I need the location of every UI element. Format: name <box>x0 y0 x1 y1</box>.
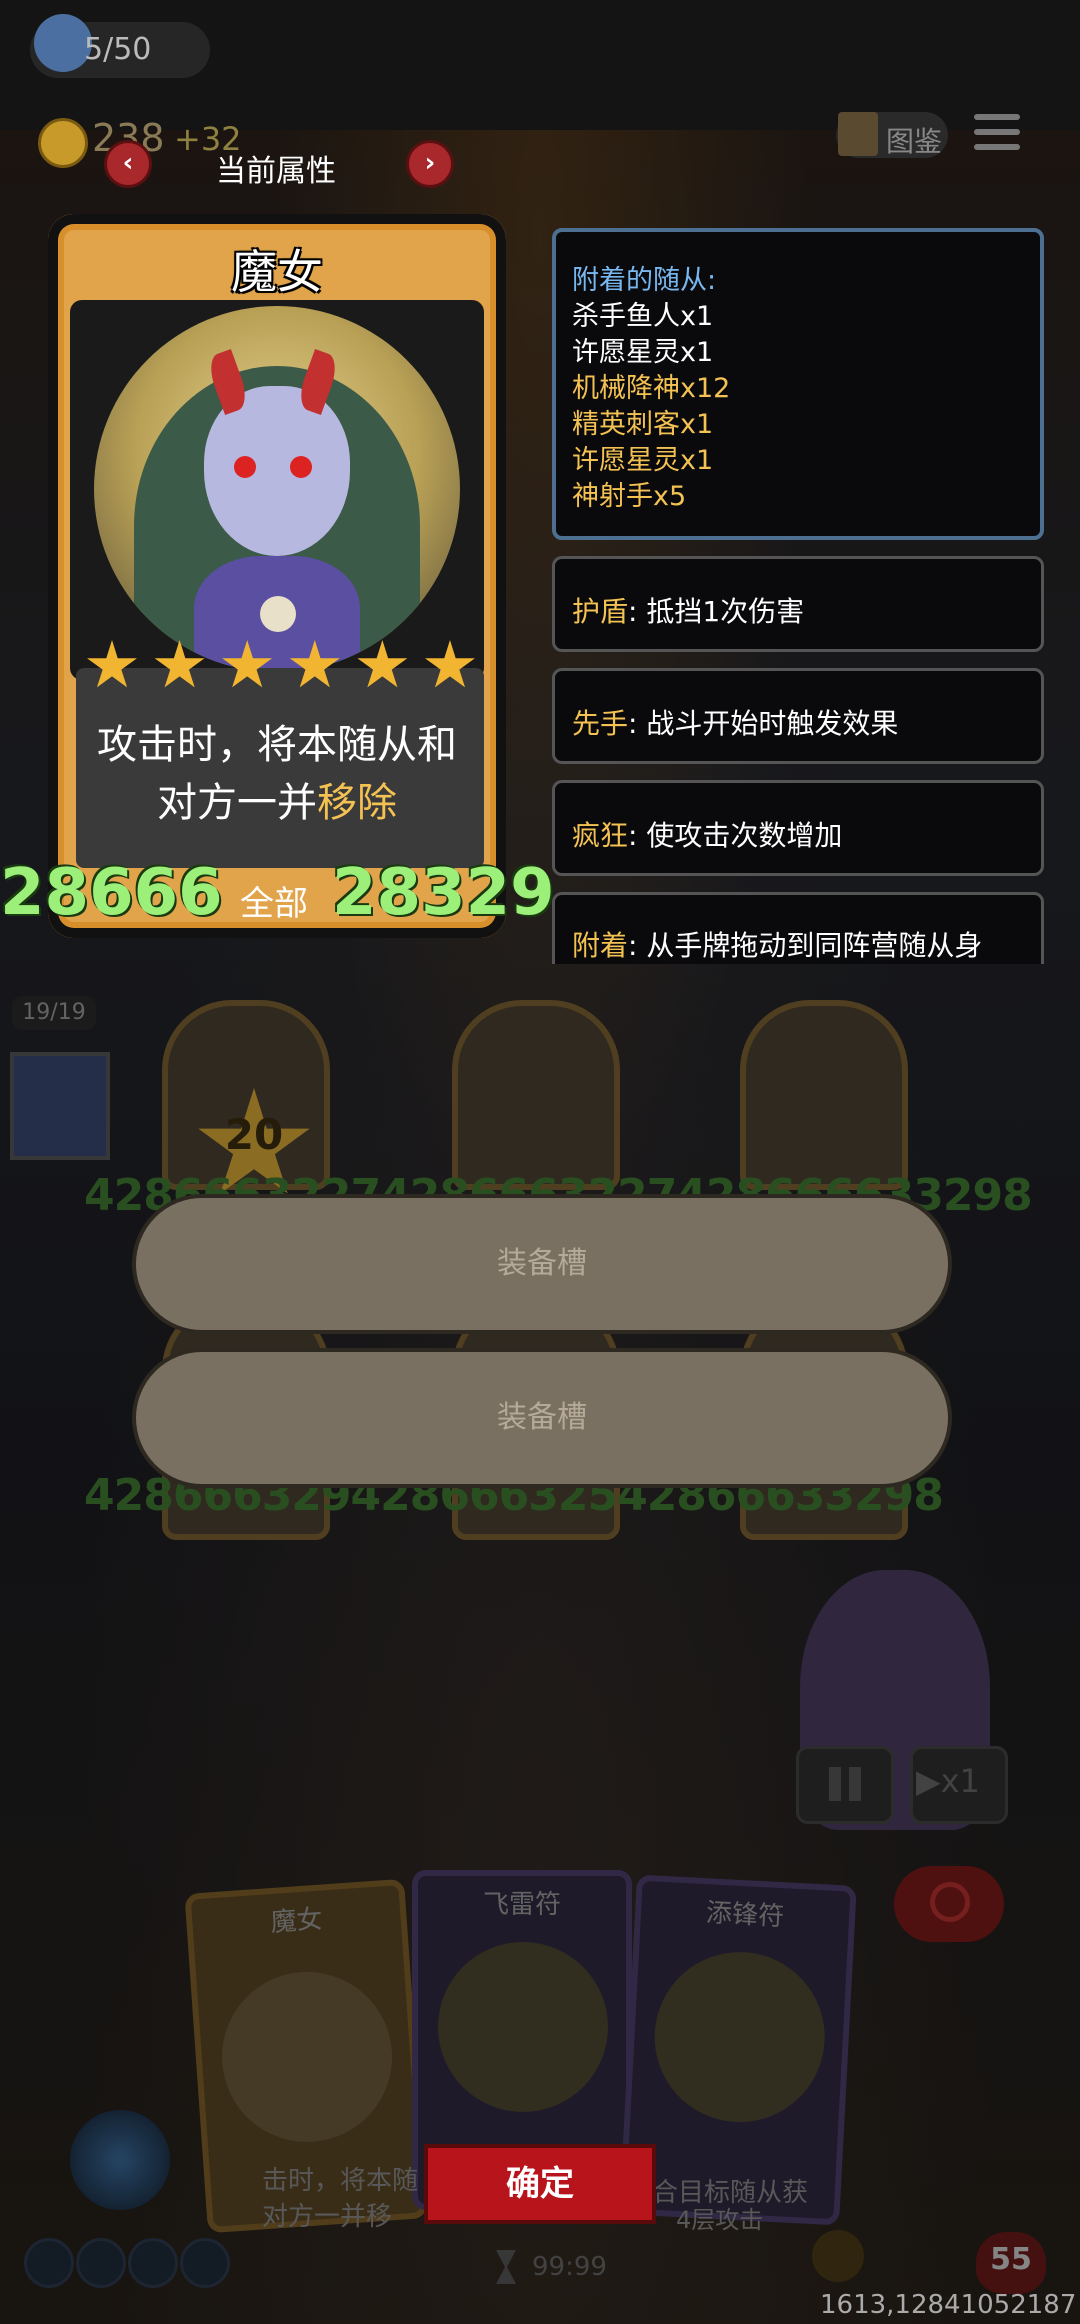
next-arrow-button[interactable]: › <box>406 140 454 188</box>
prev-arrow-button[interactable]: ‹ <box>104 140 152 188</box>
all-label: 全部 <box>240 884 308 924</box>
keyword-frenzy: 疯狂: 使攻击次数增加 <box>572 819 843 852</box>
health-value: 28329 <box>332 856 555 930</box>
star-icon <box>87 640 137 688</box>
star-icon <box>289 640 340 688</box>
book-icon <box>838 112 878 156</box>
card-name: 魔女 <box>231 245 323 299</box>
attached-minion-item: 机械降神x12 <box>572 373 731 404</box>
star-rating <box>86 640 476 700</box>
gold-coin-icon <box>38 118 88 168</box>
menu-icon[interactable] <box>974 114 1020 156</box>
description-highlight: 移除 <box>317 780 397 826</box>
attack-value: 28666 <box>0 856 223 930</box>
codex-label: 图鉴 <box>886 125 943 158</box>
keyword-shield: 护盾: 抵挡1次伤害 <box>572 595 805 628</box>
star-icon <box>425 640 475 688</box>
attached-minion-item: 许愿星灵x1 <box>572 337 714 368</box>
population-count: 5/50 <box>84 32 152 67</box>
card-description-line1: 攻击时，将本随从和 <box>97 722 457 768</box>
card-description-line2: 对方一并移除 <box>157 780 397 826</box>
equipment-slot-1[interactable]: 装备槽 <box>132 1194 952 1334</box>
attached-minions-title: 附着的随从: <box>572 265 717 296</box>
star-icon <box>154 640 205 688</box>
star-icon <box>222 640 273 688</box>
attached-minion-item: 神射手x5 <box>572 481 687 512</box>
star-icon <box>357 640 408 688</box>
attached-minion-item: 许愿星灵x1 <box>572 445 714 476</box>
debug-readout: 1613,12841052187 <box>820 2290 1077 2320</box>
keyword-scroll-area[interactable]: 附着: 从手牌拖动到同阵营随从身 <box>552 890 1044 964</box>
attached-minion-item: 杀手鱼人x1 <box>572 301 714 332</box>
equipment-slot-2[interactable]: 装备槽 <box>132 1348 952 1488</box>
attached-minion-item: 精英刺客x1 <box>572 409 714 440</box>
keyword-first-strike: 先手: 战斗开始时触发效果 <box>572 707 899 740</box>
witch-portrait <box>94 306 460 672</box>
confirm-button[interactable]: 确定 <box>424 2144 656 2224</box>
skull-icon <box>260 596 296 632</box>
keyword-attach: 附着: 从手牌拖动到同阵营随从身 <box>572 929 983 962</box>
attribute-title: 当前属性 <box>216 154 336 189</box>
